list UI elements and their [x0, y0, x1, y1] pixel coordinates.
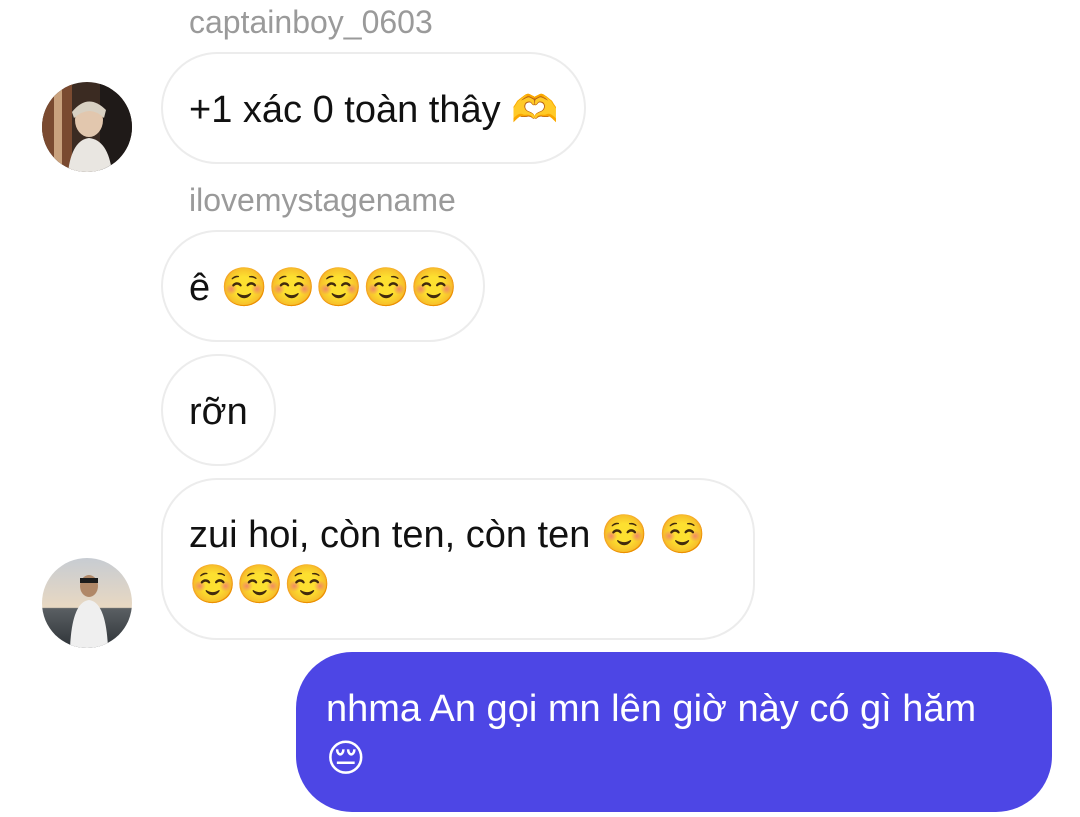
message-bubble[interactable]: ê ☺️☺️☺️☺️☺️ [161, 230, 486, 342]
profile-photo-icon [42, 558, 132, 648]
message-text: nhma An gọi mn lên giờ này có gì hăm 😔 [326, 688, 977, 780]
message-bubble[interactable]: zui hoi, còn ten, còn ten ☺️ ☺️☺️☺️☺️ [161, 478, 755, 640]
message-text: ê ☺️☺️☺️☺️☺️ [189, 267, 458, 309]
sender-name-captainboy: captainboy_0603 [189, 4, 433, 40]
message-bubble[interactable]: +1 xác 0 toàn thây 🫶 [161, 52, 587, 164]
message-text: zui hoi, còn ten, còn ten ☺️ ☺️☺️☺️☺️ [189, 514, 707, 606]
message-text: +1 xác 0 toàn thây 🫶 [189, 89, 559, 131]
message-text: rỡn [189, 391, 248, 433]
profile-photo-icon [42, 82, 132, 172]
message-bubble[interactable]: rỡn [161, 354, 276, 466]
outgoing-message-bubble[interactable]: nhma An gọi mn lên giờ này có gì hăm 😔 [296, 652, 1052, 812]
chat-thread: captainboy_0603 +1 xác 0 toàn thây 🫶 ilo… [0, 0, 1080, 817]
sender-name-ilovemystagename: ilovemystagename [189, 182, 456, 218]
avatar-ilovemystagename[interactable] [42, 558, 132, 648]
avatar-captainboy[interactable] [42, 82, 132, 172]
